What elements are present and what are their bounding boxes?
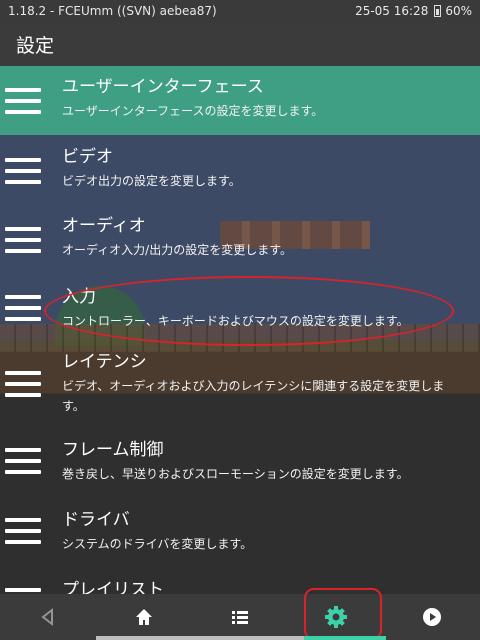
menu-icon <box>5 371 41 397</box>
status-title: 1.18.2 - FCEUmm ((SVN) aebea87) <box>8 4 217 18</box>
menu-icon <box>5 448 41 474</box>
status-bar: 1.18.2 - FCEUmm ((SVN) aebea87) 25-05 16… <box>0 0 480 22</box>
run-button[interactable] <box>403 597 461 637</box>
menu-item-title: オーディオ <box>62 216 146 236</box>
menu-item-video[interactable]: ビデオ ビデオ出力の設定を変更します。 <box>0 135 480 204</box>
menu-item-description: ビデオ、オーディオおよび入力のレイテンシに関連する設定を変更します。 <box>62 379 445 413</box>
menu-item-title: ビデオ <box>62 147 113 167</box>
menu-item-latency[interactable]: レイテンシ ビデオ、オーディオおよび入力のレイテンシに関連する設定を変更します。 <box>0 343 480 425</box>
battery-icon <box>434 5 442 17</box>
menu-item-description: システムのドライバを変更します。 <box>62 537 253 551</box>
run-icon <box>423 608 441 626</box>
menu-item-title: フレーム制御 <box>62 440 164 460</box>
menu-item-description: ユーザーインターフェースの設定を変更します。 <box>62 104 324 118</box>
status-info: 25-05 16:28 60% <box>355 4 472 18</box>
menu-icon <box>5 295 41 321</box>
settings-highlight-box <box>304 588 382 640</box>
menu-item-audio[interactable]: オーディオ オーディオ入力/出力の設定を変更します。 <box>0 204 480 273</box>
home-icon <box>136 609 152 625</box>
menu-icon <box>5 158 41 184</box>
back-icon <box>41 607 53 627</box>
page-title-bar: 設定 <box>0 22 480 66</box>
menu-item-frame-control[interactable]: フレーム制御 巻き戻し、早送りおよびスローモーションの設定を変更します。 <box>0 425 480 494</box>
menu-item-description: ビデオ出力の設定を変更します。 <box>62 174 241 188</box>
page-title: 設定 <box>16 34 55 57</box>
status-datetime: 25-05 16:28 <box>355 4 429 18</box>
menu-item-title: ユーザーインターフェース <box>62 77 264 97</box>
menu-item-description: オーディオ入力/出力の設定を変更します。 <box>62 243 293 257</box>
home-button[interactable] <box>115 597 173 637</box>
bottom-navigation <box>0 594 480 640</box>
menu-item-user-interface[interactable]: ユーザーインターフェース ユーザーインターフェースの設定を変更します。 <box>0 66 480 135</box>
playlist-button[interactable] <box>211 597 269 637</box>
navigation-indicator <box>96 636 386 640</box>
menu-item-title: レイテンシ <box>62 352 147 372</box>
menu-item-playlists[interactable]: プレイリスト <box>0 563 480 594</box>
menu-item-drivers[interactable]: ドライバ システムのドライバを変更します。 <box>0 494 480 563</box>
menu-icon <box>5 88 41 114</box>
menu-icon <box>5 227 41 253</box>
menu-icon <box>5 518 41 544</box>
menu-item-title: プレイリスト <box>62 580 164 594</box>
menu-item-title: ドライバ <box>62 510 130 530</box>
menu-item-description: 巻き戻し、早送りおよびスローモーションの設定を変更します。 <box>62 467 409 481</box>
settings-list[interactable]: ユーザーインターフェース ユーザーインターフェースの設定を変更します。 ビデオ … <box>0 66 480 594</box>
back-button[interactable] <box>19 597 77 637</box>
battery-level: 60% <box>445 4 472 18</box>
input-highlight-circle <box>44 276 454 346</box>
playlist-icon <box>232 611 248 624</box>
